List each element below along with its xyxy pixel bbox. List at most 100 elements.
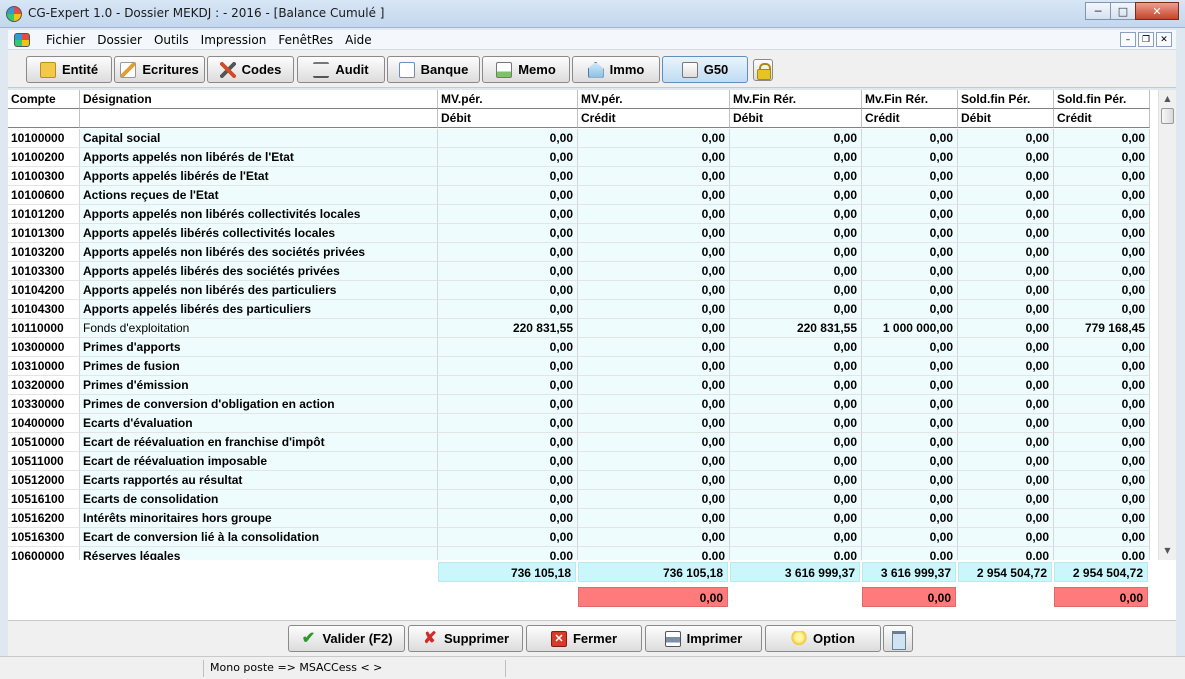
menu-fichier[interactable]: Fichier xyxy=(40,33,91,47)
cell-sold-credit[interactable]: 0,00 xyxy=(1054,129,1150,148)
table-row[interactable]: 10101200 Apports appelés non libérés coll… xyxy=(8,205,1158,224)
cell-sold-debit[interactable]: 0,00 xyxy=(958,357,1054,376)
cell-fin-credit[interactable]: 0,00 xyxy=(862,224,958,243)
cell-fin-debit[interactable]: 0,00 xyxy=(730,224,862,243)
trash-icon[interactable] xyxy=(883,625,913,652)
cell-designation[interactable]: Apports appelés non libérés des sociétés… xyxy=(80,243,438,262)
cell-sold-credit[interactable]: 0,00 xyxy=(1054,452,1150,471)
mdi-close-button[interactable]: ✕ xyxy=(1156,32,1172,47)
header-fin-debit[interactable]: Mv.Fin Rér. xyxy=(730,90,862,109)
cell-designation[interactable]: Apports appelés non libérés collectivité… xyxy=(80,205,438,224)
cell-compte[interactable]: 10400000 xyxy=(8,414,80,433)
cell-sold-debit[interactable]: 0,00 xyxy=(958,547,1054,560)
cell-mv-debit[interactable]: 0,00 xyxy=(438,224,578,243)
cell-sold-credit[interactable]: 0,00 xyxy=(1054,528,1150,547)
cell-fin-credit[interactable]: 0,00 xyxy=(862,395,958,414)
audit-button[interactable]: Audit xyxy=(297,56,385,83)
cell-designation[interactable]: Ecarts rapportés au résultat xyxy=(80,471,438,490)
table-row[interactable]: 10103300 Apports appelés libérés des soci… xyxy=(8,262,1158,281)
cell-mv-credit[interactable]: 0,00 xyxy=(578,490,730,509)
cell-compte[interactable]: 10516100 xyxy=(8,490,80,509)
table-row[interactable]: 10100300 Apports appelés libérés de l'Eta… xyxy=(8,167,1158,186)
cell-designation[interactable]: Fonds d'exploitation xyxy=(80,319,438,338)
cell-mv-debit[interactable]: 0,00 xyxy=(438,509,578,528)
g50-button[interactable]: G50 xyxy=(662,56,748,83)
cell-designation[interactable]: Actions reçues de l'Etat xyxy=(80,186,438,205)
cell-designation[interactable]: Primes de fusion xyxy=(80,357,438,376)
menu-impression[interactable]: Impression xyxy=(195,33,273,47)
cell-mv-debit[interactable]: 0,00 xyxy=(438,433,578,452)
cell-compte[interactable]: 10516300 xyxy=(8,528,80,547)
menu-dossier[interactable]: Dossier xyxy=(91,33,148,47)
cell-designation[interactable]: Apports appelés libérés de l'Etat xyxy=(80,167,438,186)
cell-mv-credit[interactable]: 0,00 xyxy=(578,224,730,243)
scroll-up-icon[interactable]: ▲ xyxy=(1159,90,1176,107)
table-row[interactable]: 10100200 Apports appelés non libérés de l… xyxy=(8,148,1158,167)
cell-compte[interactable]: 10101200 xyxy=(8,205,80,224)
table-row[interactable]: 10101300 Apports appelés libérés collecti… xyxy=(8,224,1158,243)
cell-fin-credit[interactable]: 0,00 xyxy=(862,262,958,281)
cell-compte[interactable]: 10101300 xyxy=(8,224,80,243)
cell-fin-credit[interactable]: 0,00 xyxy=(862,148,958,167)
cell-fin-debit[interactable]: 0,00 xyxy=(730,509,862,528)
cell-fin-debit[interactable]: 0,00 xyxy=(730,452,862,471)
cell-designation[interactable]: Capital social xyxy=(80,129,438,148)
cell-mv-debit[interactable]: 0,00 xyxy=(438,300,578,319)
cell-sold-debit[interactable]: 0,00 xyxy=(958,243,1054,262)
cell-sold-credit[interactable]: 779 168,45 xyxy=(1054,319,1150,338)
cell-compte[interactable]: 10511000 xyxy=(8,452,80,471)
cell-fin-credit[interactable]: 0,00 xyxy=(862,186,958,205)
supprimer-button[interactable]: ✘ Supprimer xyxy=(408,625,523,652)
cell-designation[interactable]: Ecart de réévaluation imposable xyxy=(80,452,438,471)
cell-compte[interactable]: 10600000 xyxy=(8,547,80,560)
cell-mv-credit[interactable]: 0,00 xyxy=(578,262,730,281)
cell-fin-credit[interactable]: 0,00 xyxy=(862,205,958,224)
cell-fin-credit[interactable]: 0,00 xyxy=(862,509,958,528)
cell-mv-credit[interactable]: 0,00 xyxy=(578,186,730,205)
cell-fin-credit[interactable]: 0,00 xyxy=(862,528,958,547)
cell-fin-credit[interactable]: 0,00 xyxy=(862,471,958,490)
cell-sold-credit[interactable]: 0,00 xyxy=(1054,243,1150,262)
cell-sold-debit[interactable]: 0,00 xyxy=(958,395,1054,414)
cell-sold-credit[interactable]: 0,00 xyxy=(1054,338,1150,357)
cell-mv-credit[interactable]: 0,00 xyxy=(578,547,730,560)
header-sold-credit[interactable]: Sold.fin Pér. xyxy=(1054,90,1150,109)
cell-sold-credit[interactable]: 0,00 xyxy=(1054,471,1150,490)
cell-fin-credit[interactable]: 0,00 xyxy=(862,338,958,357)
cell-mv-debit[interactable]: 0,00 xyxy=(438,414,578,433)
immo-button[interactable]: Immo xyxy=(572,56,660,83)
cell-fin-credit[interactable]: 0,00 xyxy=(862,414,958,433)
table-row[interactable]: 10104300 Apports appelés libérés des part… xyxy=(8,300,1158,319)
cell-sold-credit[interactable]: 0,00 xyxy=(1054,414,1150,433)
cell-fin-credit[interactable]: 0,00 xyxy=(862,433,958,452)
cell-compte[interactable]: 10104200 xyxy=(8,281,80,300)
cell-compte[interactable]: 10512000 xyxy=(8,471,80,490)
cell-mv-debit[interactable]: 0,00 xyxy=(438,395,578,414)
cell-sold-debit[interactable]: 0,00 xyxy=(958,376,1054,395)
mdi-restore-button[interactable]: ❐ xyxy=(1138,32,1154,47)
table-row[interactable]: 10511000 Ecart de réévaluation imposable 0… xyxy=(8,452,1158,471)
header-compte[interactable]: Compte xyxy=(8,90,80,109)
cell-mv-credit[interactable]: 0,00 xyxy=(578,433,730,452)
cell-compte[interactable]: 10330000 xyxy=(8,395,80,414)
cell-mv-credit[interactable]: 0,00 xyxy=(578,528,730,547)
cell-compte[interactable]: 10320000 xyxy=(8,376,80,395)
cell-fin-debit[interactable]: 0,00 xyxy=(730,433,862,452)
cell-fin-debit[interactable]: 0,00 xyxy=(730,357,862,376)
cell-sold-credit[interactable]: 0,00 xyxy=(1054,224,1150,243)
cell-sold-debit[interactable]: 0,00 xyxy=(958,262,1054,281)
entite-button[interactable]: Entité xyxy=(26,56,112,83)
cell-sold-debit[interactable]: 0,00 xyxy=(958,148,1054,167)
table-row[interactable]: 10320000 Primes d'émission 0,00 0,00 0,00 0,0… xyxy=(8,376,1158,395)
cell-compte[interactable]: 10510000 xyxy=(8,433,80,452)
cell-fin-debit[interactable]: 0,00 xyxy=(730,148,862,167)
cell-sold-credit[interactable]: 0,00 xyxy=(1054,300,1150,319)
cell-sold-credit[interactable]: 0,00 xyxy=(1054,547,1150,560)
cell-mv-debit[interactable]: 0,00 xyxy=(438,528,578,547)
table-row[interactable]: 10600000 Réserves légales 0,00 0,00 0,00 0,00… xyxy=(8,547,1158,560)
menu-outils[interactable]: Outils xyxy=(148,33,195,47)
cell-mv-credit[interactable]: 0,00 xyxy=(578,243,730,262)
cell-mv-debit[interactable]: 0,00 xyxy=(438,338,578,357)
cell-sold-debit[interactable]: 0,00 xyxy=(958,300,1054,319)
valider-button[interactable]: ✔ Valider (F2) xyxy=(288,625,405,652)
